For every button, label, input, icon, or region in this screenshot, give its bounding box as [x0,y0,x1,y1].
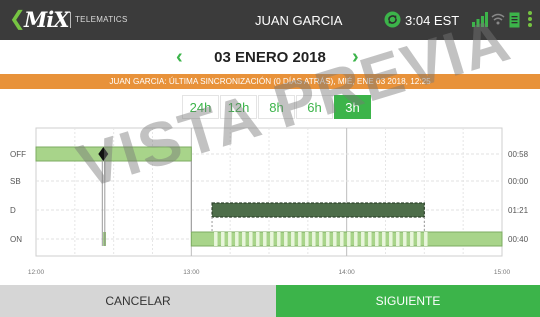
next-day-button[interactable]: › [352,46,359,69]
date-navigator: ‹ 03 ENERO 2018 › [0,40,540,74]
hatch-stripe [382,232,386,246]
hatch-stripe [319,232,323,246]
hatch-stripe [284,232,288,246]
hatch-stripe [403,232,407,246]
row-label-off: OFF [10,150,26,159]
x-tick-label: 15:00 [494,269,511,276]
row-label-d: D [10,206,16,215]
date-title: 03 ENERO 2018 [214,49,326,66]
hatch-stripe [396,232,400,246]
next-button[interactable]: SIGUIENTE [276,285,540,317]
hatch-stripe [424,232,428,246]
clock-time: 3:04 EST [405,13,460,28]
row-label-on: ON [10,235,22,244]
hatch-stripe [312,232,316,246]
hatch-stripe [235,232,239,246]
hatch-stripe [340,232,344,246]
hatch-stripe [361,232,365,246]
hatch-stripe [256,232,260,246]
signal-icon [472,12,488,27]
hatch-stripe [249,232,253,246]
row-total-on: 00:40 [508,235,529,244]
logo-divider [70,12,71,28]
zoom-tab-8h[interactable]: 8h [258,95,295,119]
document-icon[interactable] [509,12,520,28]
hatch-stripe [221,232,225,246]
hatch-stripe [242,232,246,246]
brand-subtitle: TELEMATICS [75,15,128,24]
zoom-tab-24h[interactable]: 24h [182,95,219,119]
hatch-stripe [347,232,351,246]
x-tick-label: 14:00 [339,269,356,276]
row-total-d: 01:21 [508,206,529,215]
zoom-tab-6h[interactable]: 6h [296,95,333,119]
zoom-tab-12h[interactable]: 12h [220,95,257,119]
row-total-off: 00:58 [508,150,529,159]
hatch-stripe [270,232,274,246]
hatch-stripe [354,232,358,246]
hatch-stripe [368,232,372,246]
hatch-stripe [298,232,302,246]
hatch-stripe [305,232,309,246]
cancel-button[interactable]: CANCELAR [0,285,276,317]
app-logo: MiX [24,7,70,32]
hatch-stripe [375,232,379,246]
hatch-stripe [389,232,393,246]
duty-status-chart: OFF SB D ON 00:58 00:00 01:21 00:40 12:00 13:00 14… [10,127,529,276]
top-bar: ❮ MiX TELEMATICS JUAN GARCIA 3:04 EST [0,0,540,40]
hatch-stripe [326,232,330,246]
hatch-stripe [277,232,281,246]
zoom-tabs: 24h 12h 8h 6h 3h [182,95,372,119]
x-tick-label: 12:00 [28,269,45,276]
hatch-stripe [410,232,414,246]
zoom-tab-3h[interactable]: 3h [334,95,371,119]
segment-drive [211,202,425,218]
row-total-sb: 00:00 [508,177,529,186]
hatch-stripe [214,232,218,246]
segment-off [35,146,192,162]
row-label-sb: SB [10,177,21,186]
kebab-menu-icon[interactable] [526,11,534,29]
sync-status-banner: JUAN GARCIA: ÚLTIMA SINCRONIZACIÓN (0 DÍ… [0,74,540,89]
driver-name: JUAN GARCIA [255,13,343,28]
hatch-stripe [228,232,232,246]
x-tick-label: 13:00 [183,269,200,276]
hatch-stripe [333,232,337,246]
sync-icon[interactable] [384,11,401,28]
hatch-stripe [417,232,421,246]
wifi-icon [491,13,505,25]
hatch-stripe [291,232,295,246]
hatch-stripe [263,232,267,246]
